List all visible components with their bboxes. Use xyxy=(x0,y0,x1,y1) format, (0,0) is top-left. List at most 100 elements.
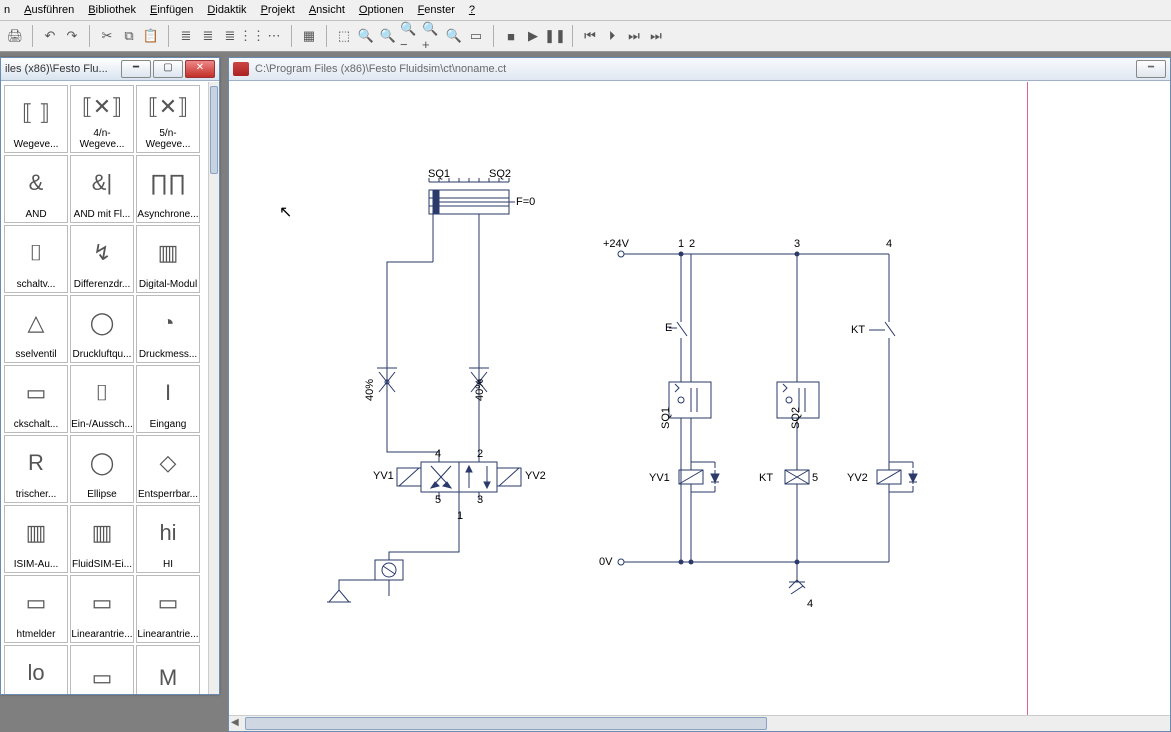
zoom-reset-icon[interactable]: 🔍 xyxy=(356,26,376,46)
coil-yv2[interactable] xyxy=(877,470,901,484)
menu-item[interactable]: n xyxy=(4,4,10,16)
library-item[interactable]: ▭htmelder xyxy=(4,575,68,643)
scrollbar-thumb[interactable] xyxy=(210,86,218,174)
library-item[interactable]: Rtrischer... xyxy=(4,435,68,503)
library-item[interactable]: ▭Linearantrie... xyxy=(136,575,200,643)
valve-5-2[interactable] xyxy=(397,454,521,512)
library-item[interactable]: hiHI xyxy=(136,505,200,573)
library-item[interactable]: ◯Ellipse xyxy=(70,435,134,503)
library-item[interactable]: ⌷schaltv... xyxy=(4,225,68,293)
library-item-icon: ▭ xyxy=(92,576,113,629)
label-24v: +24V xyxy=(603,238,629,250)
label-throttle-right: 40% xyxy=(474,379,486,401)
step-icon[interactable]: ⏵ xyxy=(602,26,622,46)
library-item-icon: hi xyxy=(159,506,176,559)
menu-item[interactable]: AAusführenusführen xyxy=(24,4,74,16)
library-item-icon: ◇ xyxy=(160,436,177,489)
sensor-sq1[interactable] xyxy=(669,382,711,418)
library-titlebar[interactable]: iles (x86)\Festo Flu... ━ ▢ ✕ xyxy=(1,58,219,81)
library-scrollbar[interactable] xyxy=(208,82,219,694)
skip-fwd-icon[interactable]: ⏭ xyxy=(646,26,666,46)
kt-crossref xyxy=(789,562,805,594)
app-logo-icon xyxy=(233,62,249,76)
library-item[interactable]: ◇Entsperrbar... xyxy=(136,435,200,503)
library-item-label: ISIM-Au... xyxy=(14,559,58,570)
close-button[interactable]: ✕ xyxy=(185,60,215,78)
label-col1: 1 xyxy=(678,238,684,250)
cut-icon[interactable]: ✂ xyxy=(97,26,117,46)
library-item[interactable]: △sselventil xyxy=(4,295,68,363)
library-item[interactable]: ∏∏Asynchrone... xyxy=(136,155,200,223)
library-item[interactable]: ▭ xyxy=(70,645,134,694)
menu-item[interactable]: ? xyxy=(469,4,475,16)
library-item[interactable]: ↯Differenzdr... xyxy=(70,225,134,293)
label-kt-contact: KT xyxy=(851,324,865,336)
label-kt-coil: KT xyxy=(759,472,773,484)
menu-item[interactable]: Einfügen xyxy=(150,4,193,16)
menu-item[interactable]: Bibliothek xyxy=(88,4,136,16)
document-hscroll[interactable]: ◀ xyxy=(229,715,1170,731)
menu-item[interactable]: Didaktik xyxy=(207,4,246,16)
zoom-less-icon[interactable]: 🔍 xyxy=(444,26,464,46)
label-sq2: SQ2 xyxy=(489,168,511,180)
stop-icon[interactable]: ■ xyxy=(501,26,521,46)
library-item-label: ckschalt... xyxy=(14,419,58,430)
schematic-canvas[interactable]: SQ1 SQ2 F=0 40% 40% YV1 YV2 4 2 5 3 1 +2… xyxy=(229,82,1170,715)
library-item[interactable]: ◯Druckluftqu... xyxy=(70,295,134,363)
coil-yv1[interactable] xyxy=(679,470,703,484)
align-center-icon[interactable]: ≣ xyxy=(198,26,218,46)
grid-icon[interactable]: ▦ xyxy=(299,26,319,46)
hscroll-thumb[interactable] xyxy=(245,717,767,730)
pause-icon[interactable]: ❚❚ xyxy=(545,26,565,46)
fit-icon[interactable]: ⬚ xyxy=(334,26,354,46)
zoom-in-icon[interactable]: 🔍+ xyxy=(422,26,442,46)
library-item[interactable]: ▭Linearantrie... xyxy=(70,575,134,643)
distribute-v-icon[interactable]: ⋯ xyxy=(264,26,284,46)
library-item-icon: ∏∏ xyxy=(150,156,186,209)
doc-minimize-button[interactable]: ━ xyxy=(1136,60,1166,78)
menu-item[interactable]: Projekt xyxy=(261,4,295,16)
zoom-out-icon[interactable]: 🔍− xyxy=(400,26,420,46)
library-item[interactable]: ⟦✕⟧5/n-Wegeve... xyxy=(136,85,200,153)
align-right-icon[interactable]: ≣ xyxy=(220,26,240,46)
menu-item[interactable]: Optionen xyxy=(359,4,404,16)
library-item[interactable]: IEingang xyxy=(136,365,200,433)
library-item[interactable]: ▥FluidSIM-Ei... xyxy=(70,505,134,573)
align-left-icon[interactable]: ≣ xyxy=(176,26,196,46)
skip-next-icon[interactable]: ⏭ xyxy=(624,26,644,46)
play-icon[interactable]: ▶ xyxy=(523,26,543,46)
library-item[interactable]: M xyxy=(136,645,200,694)
library-item[interactable]: ▭ckschalt... xyxy=(4,365,68,433)
library-item[interactable]: ▥Digital-Modul xyxy=(136,225,200,293)
menu-item[interactable]: Fenster xyxy=(418,4,455,16)
library-item[interactable]: ⌷Ein-/Aussch... xyxy=(70,365,134,433)
library-item[interactable]: lolo xyxy=(4,645,68,694)
undo-icon[interactable]: ↶ xyxy=(40,26,60,46)
library-item[interactable]: ⟦ ⟧Wegeve... xyxy=(4,85,68,153)
toolbar: 🖨 ↶ ↷ ✂ ⧉ 📋 ≣ ≣ ≣ ⋮⋮ ⋯ ▦ ⬚ 🔍 🔍 🔍− 🔍+ 🔍 ▭… xyxy=(0,21,1171,52)
zoom-page-icon[interactable]: ▭ xyxy=(466,26,486,46)
print-icon[interactable]: 🖨 xyxy=(5,26,25,46)
document-window: C:\Program Files (x86)\Festo Fluidsim\ct… xyxy=(228,57,1171,732)
library-item[interactable]: ⟦✕⟧4/n-Wegeve... xyxy=(70,85,134,153)
skip-back-icon[interactable]: ⏮ xyxy=(580,26,600,46)
cylinder[interactable] xyxy=(429,178,515,214)
coil-kt[interactable] xyxy=(785,470,809,484)
redo-icon[interactable]: ↷ xyxy=(62,26,82,46)
distribute-h-icon[interactable]: ⋮⋮ xyxy=(242,26,262,46)
library-item[interactable]: ▥ISIM-Au... xyxy=(4,505,68,573)
minimize-button[interactable]: ━ xyxy=(121,60,151,78)
maximize-button[interactable]: ▢ xyxy=(153,60,183,78)
zoom-region-icon[interactable]: 🔍 xyxy=(378,26,398,46)
paste-icon[interactable]: 📋 xyxy=(141,26,161,46)
library-item[interactable]: ◔Druckmess... xyxy=(136,295,200,363)
menu-item[interactable]: Ansicht xyxy=(309,4,345,16)
document-titlebar[interactable]: C:\Program Files (x86)\Festo Fluidsim\ct… xyxy=(229,58,1170,81)
library-item-label: htmelder xyxy=(17,629,56,640)
scroll-left-icon[interactable]: ◀ xyxy=(231,717,239,728)
library-item[interactable]: &AND xyxy=(4,155,68,223)
library-item-label: 5/n-Wegeve... xyxy=(137,128,199,150)
contact-kt[interactable] xyxy=(869,314,895,470)
library-item[interactable]: &|AND mit Fl... xyxy=(70,155,134,223)
copy-icon[interactable]: ⧉ xyxy=(119,26,139,46)
